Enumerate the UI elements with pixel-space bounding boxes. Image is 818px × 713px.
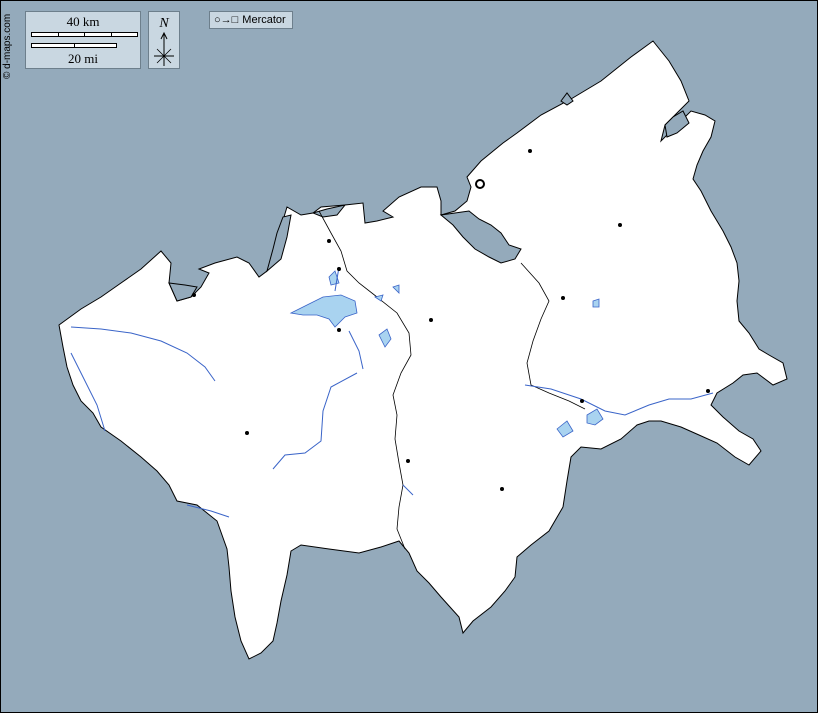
city-dot (245, 431, 249, 435)
land-region (58, 40, 788, 660)
city-dot (561, 296, 565, 300)
credit-text: © d-maps.com (2, 13, 13, 79)
city-dot (192, 293, 196, 297)
map-frame: 40 km 20 mi N ○→□ Mercator © d-maps.com (0, 0, 818, 713)
north-arrow: N (148, 11, 180, 69)
projection-legend: ○→□ Mercator (209, 11, 293, 29)
city-dot (580, 399, 584, 403)
scale-bar: 40 km 20 mi (25, 11, 141, 69)
city-dot (337, 328, 341, 332)
city-dot (500, 487, 504, 491)
projection-icon: ○→□ (214, 14, 239, 26)
city-dot (327, 239, 331, 243)
compass-icon (154, 31, 174, 66)
scale-mi-label: 20 mi (68, 51, 98, 66)
scale-mi-bar (31, 43, 117, 48)
city-dot (429, 318, 433, 322)
city-dot (337, 267, 341, 271)
scale-km-label: 40 km (66, 14, 100, 29)
city-dot (528, 149, 532, 153)
city-dot (618, 223, 622, 227)
map-canvas[interactable] (1, 1, 817, 712)
city-dot (706, 389, 710, 393)
city-dot (406, 459, 410, 463)
projection-label: Mercator (242, 14, 286, 26)
capital-marker (475, 179, 485, 189)
scale-km-bar (31, 32, 138, 37)
